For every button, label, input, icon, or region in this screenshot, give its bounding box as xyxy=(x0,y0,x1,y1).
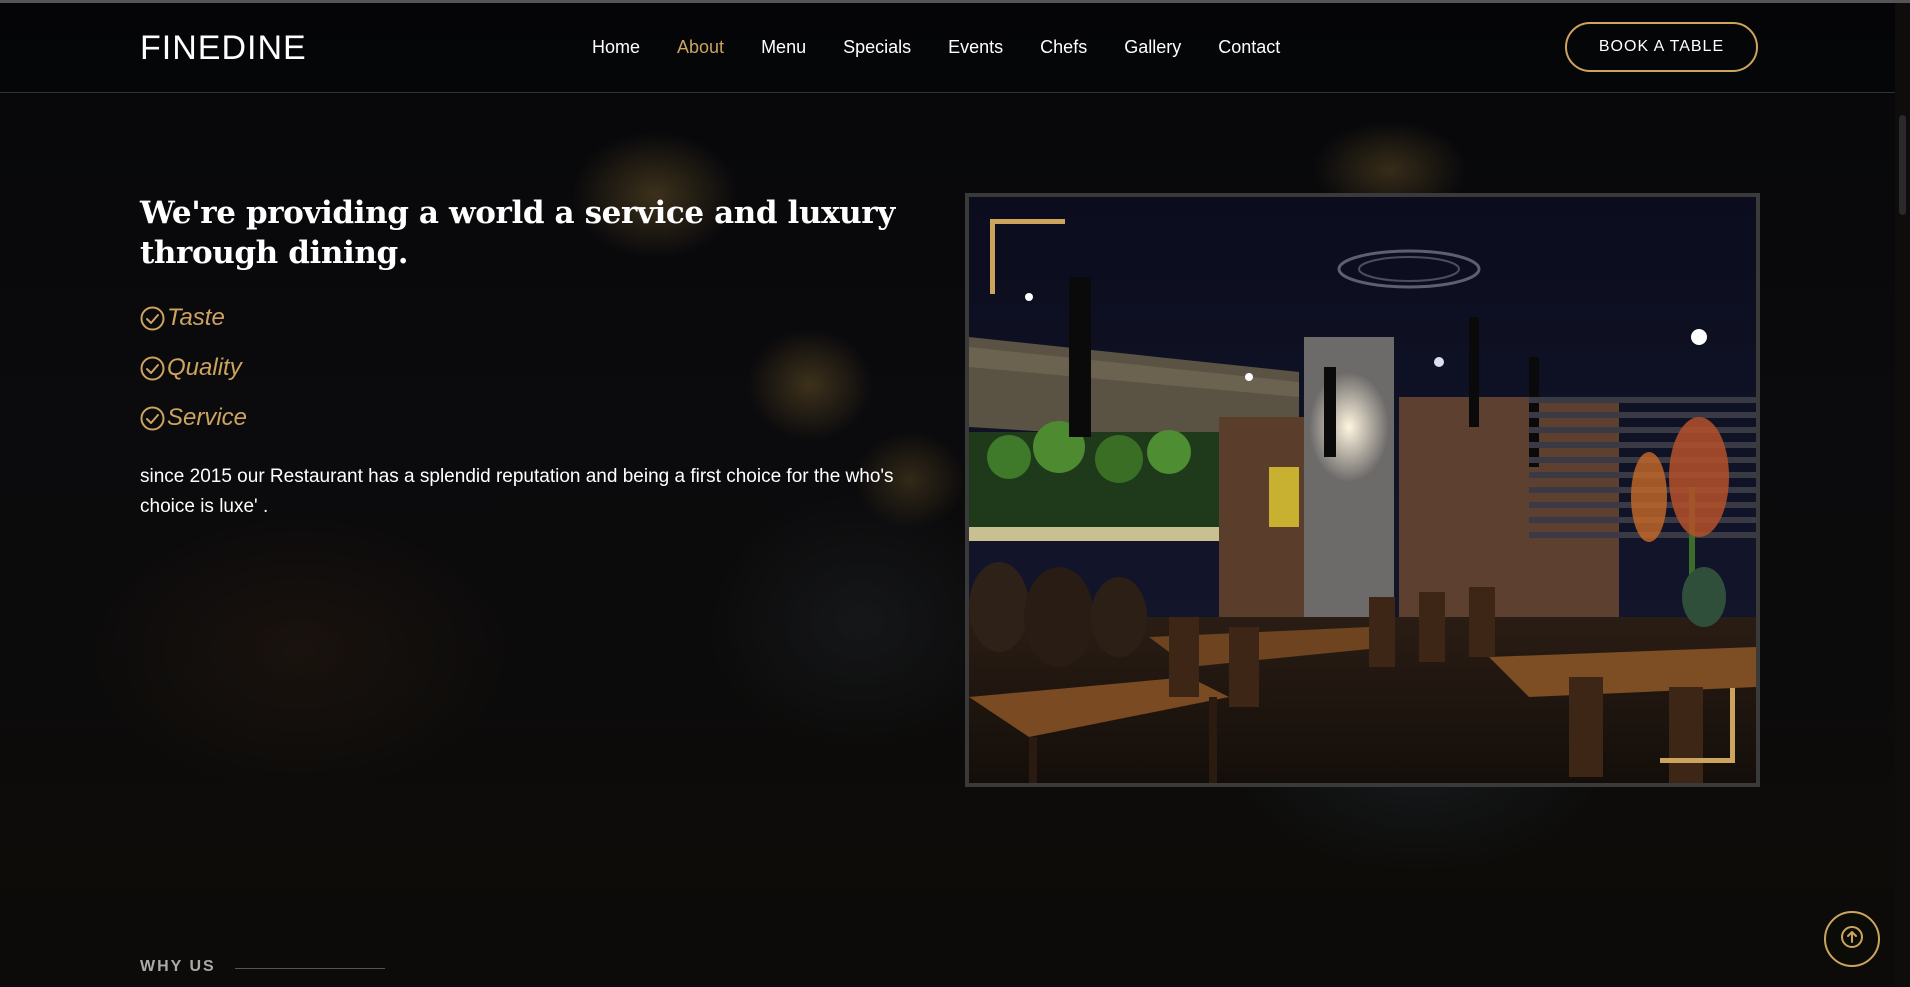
nav-events[interactable]: Events xyxy=(948,37,1003,58)
feature-list: Taste Quality Service xyxy=(140,293,247,443)
site-header: FINEDINE Home About Menu Specials Events… xyxy=(0,3,1910,93)
nav-menu[interactable]: Menu xyxy=(761,37,806,58)
scrollbar[interactable] xyxy=(1895,3,1910,987)
check-circle-icon xyxy=(140,406,165,431)
feature-taste: Taste xyxy=(140,293,247,343)
back-to-top-button[interactable] xyxy=(1824,911,1880,967)
top-border xyxy=(0,0,1910,3)
nav-contact[interactable]: Contact xyxy=(1218,37,1280,58)
why-us-divider xyxy=(235,968,385,969)
check-circle-icon xyxy=(140,356,165,381)
main-nav: Home About Menu Specials Events Chefs Ga… xyxy=(592,37,1317,58)
feature-quality: Quality xyxy=(140,343,247,393)
restaurant-interior-image xyxy=(965,193,1760,787)
feature-label: Service xyxy=(167,404,248,431)
feature-service: Service xyxy=(140,393,247,443)
about-description: since 2015 our Restaurant has a splendid… xyxy=(140,466,894,517)
image-corner-top-left xyxy=(990,219,1065,294)
nav-gallery[interactable]: Gallery xyxy=(1124,37,1181,58)
check-circle-icon xyxy=(140,306,165,331)
feature-label: Quality xyxy=(167,354,242,381)
arrow-up-icon xyxy=(1840,925,1864,954)
about-title: We're providing a world a service and lu… xyxy=(140,195,895,271)
logo[interactable]: FINEDINE xyxy=(140,29,307,68)
scrollbar-thumb[interactable] xyxy=(1899,115,1906,215)
nav-home[interactable]: Home xyxy=(592,37,640,58)
feature-label: Taste xyxy=(167,304,225,331)
why-us-label: WHY US xyxy=(140,958,216,975)
image-corner-bottom-right xyxy=(1660,688,1735,763)
nav-about[interactable]: About xyxy=(677,37,724,58)
nav-chefs[interactable]: Chefs xyxy=(1040,37,1087,58)
book-table-button[interactable]: BOOK A TABLE xyxy=(1565,22,1758,72)
why-us-section: WHY US xyxy=(0,888,1910,987)
nav-specials[interactable]: Specials xyxy=(843,37,911,58)
